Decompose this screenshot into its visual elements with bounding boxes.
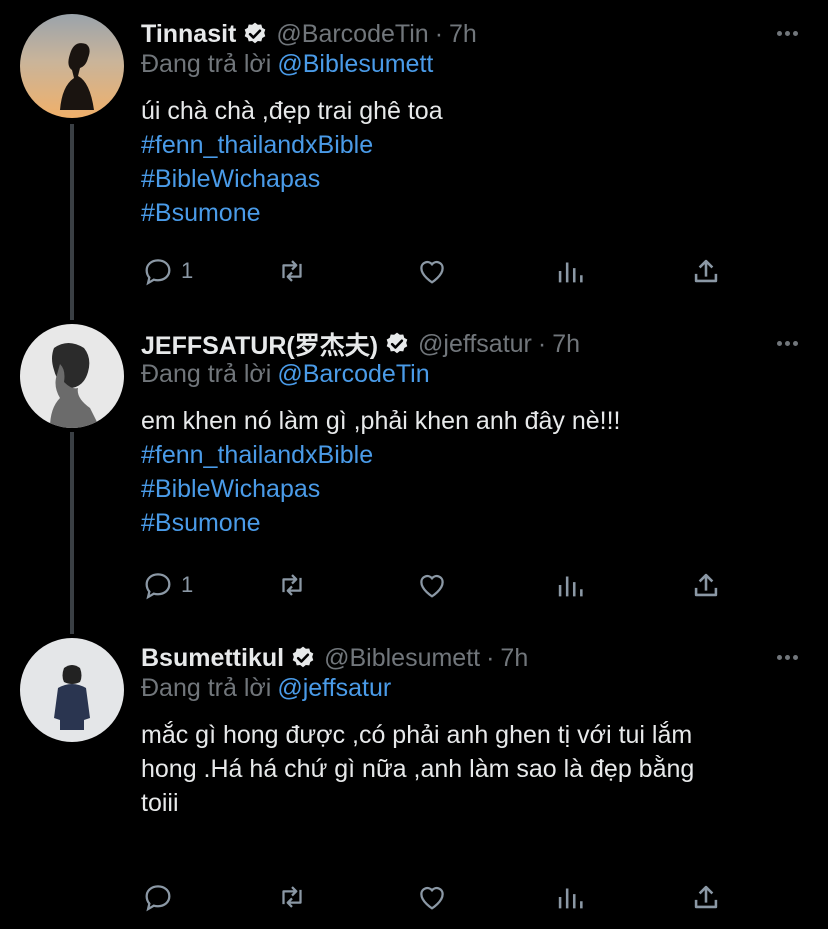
views-icon [553, 568, 587, 602]
author-name[interactable]: Bsumettikul [141, 644, 284, 673]
hashtag-link[interactable]: #fenn_thailandxBible [141, 438, 801, 472]
tweet[interactable]: JEFFSATUR(罗杰夫) @jeffsatur · 7h Đang trả … [0, 324, 828, 624]
tweet-actions [141, 880, 741, 920]
share-icon [689, 254, 723, 288]
retweet-button[interactable] [275, 880, 309, 914]
replying-to: Đang trả lời @jeffsatur [141, 674, 391, 703]
reply-button[interactable]: 1 [141, 568, 193, 602]
like-icon [415, 254, 449, 288]
separator-dot: · [434, 19, 444, 48]
reply-icon [141, 880, 175, 914]
like-icon [415, 880, 449, 914]
share-button[interactable] [689, 568, 723, 602]
verified-badge-icon [290, 645, 316, 671]
reply-count: 1 [181, 572, 194, 597]
share-icon [689, 568, 723, 602]
tweet-text: úi chà chà ,đẹp trai ghê toa #fenn_thail… [141, 94, 801, 230]
hashtag-link[interactable]: #fenn_thailandxBible [141, 128, 801, 162]
retweet-button[interactable] [275, 568, 309, 602]
like-button[interactable] [415, 568, 449, 602]
tweet-text: em khen nó làm gì ,phải khen anh đây nè!… [141, 404, 801, 540]
retweet-button[interactable] [275, 254, 309, 288]
retweet-icon [275, 568, 309, 602]
separator-dot: · [486, 643, 495, 672]
more-icon[interactable] [774, 330, 800, 356]
replying-to-label: Đang trả lời [141, 360, 272, 388]
like-icon [415, 568, 449, 602]
views-button[interactable] [553, 880, 587, 914]
views-icon [553, 254, 587, 288]
timestamp[interactable]: 7h [500, 644, 528, 673]
separator-dot: · [537, 329, 547, 358]
avatar[interactable] [20, 638, 124, 742]
avatar[interactable] [20, 324, 124, 428]
replying-to-label: Đang trả lời [141, 674, 272, 702]
verified-badge-icon [384, 331, 410, 357]
reply-mention-link[interactable]: @Biblesumett [277, 50, 433, 78]
share-button[interactable] [689, 880, 723, 914]
replying-to: Đang trả lời @BarcodeTin [141, 360, 430, 389]
views-button[interactable] [553, 254, 587, 288]
author-handle[interactable]: @Biblesumett [324, 644, 480, 673]
like-button[interactable] [415, 254, 449, 288]
tweet-text-line: hong .Há há chứ gì nữa ,anh làm sao là đ… [141, 755, 695, 783]
views-button[interactable] [553, 568, 587, 602]
hashtag-link[interactable]: #BibleWichapas [141, 472, 801, 506]
author-handle[interactable]: @BarcodeTin [276, 20, 428, 49]
more-icon[interactable] [774, 644, 800, 670]
reply-icon [141, 254, 175, 288]
more-icon[interactable] [774, 20, 800, 46]
hashtag-link[interactable]: #BibleWichapas [141, 162, 801, 196]
tweet-actions: 1 [141, 254, 741, 294]
replying-to-label: Đang trả lời [141, 50, 272, 78]
tweet[interactable]: Bsumettikul @Biblesumett · 7h Đang trả l… [0, 638, 828, 929]
tweet-text: mắc gì hong được ,có phải anh ghen tị vớ… [141, 718, 801, 820]
views-icon [553, 880, 587, 914]
share-icon [689, 880, 723, 914]
reply-icon [141, 568, 175, 602]
retweet-icon [275, 254, 309, 288]
tweet[interactable]: Tinnasit @BarcodeTin · 7h Đang trả lời @B… [0, 14, 828, 314]
timestamp[interactable]: 7h [552, 330, 580, 359]
share-button[interactable] [689, 254, 723, 288]
retweet-icon [275, 880, 309, 914]
like-button[interactable] [415, 880, 449, 914]
replying-to: Đang trả lời @Biblesumett [141, 50, 433, 79]
author-handle[interactable]: @jeffsatur [418, 330, 532, 359]
avatar[interactable] [20, 14, 124, 118]
timestamp[interactable]: 7h [449, 20, 477, 49]
reply-mention-link[interactable]: @jeffsatur [277, 674, 391, 702]
reply-button[interactable]: 1 [141, 254, 193, 288]
reply-count: 1 [181, 258, 194, 283]
hashtag-link[interactable]: #Bsumone [141, 196, 801, 230]
reply-mention-link[interactable]: @BarcodeTin [277, 360, 429, 388]
hashtag-link[interactable]: #Bsumone [141, 506, 801, 540]
author-name[interactable]: Tinnasit [141, 20, 236, 49]
reply-button[interactable] [141, 880, 181, 914]
tweet-text-line: toiii [141, 789, 179, 817]
tweet-text-line: em khen nó làm gì ,phải khen anh đây nè!… [141, 407, 621, 435]
tweet-actions: 1 [141, 568, 741, 608]
tweet-text-line: úi chà chà ,đẹp trai ghê toa [141, 97, 443, 125]
author-name[interactable]: JEFFSATUR(罗杰夫) [141, 326, 378, 362]
verified-badge-icon [242, 21, 268, 47]
tweet-text-line: mắc gì hong được ,có phải anh ghen tị vớ… [141, 721, 693, 749]
